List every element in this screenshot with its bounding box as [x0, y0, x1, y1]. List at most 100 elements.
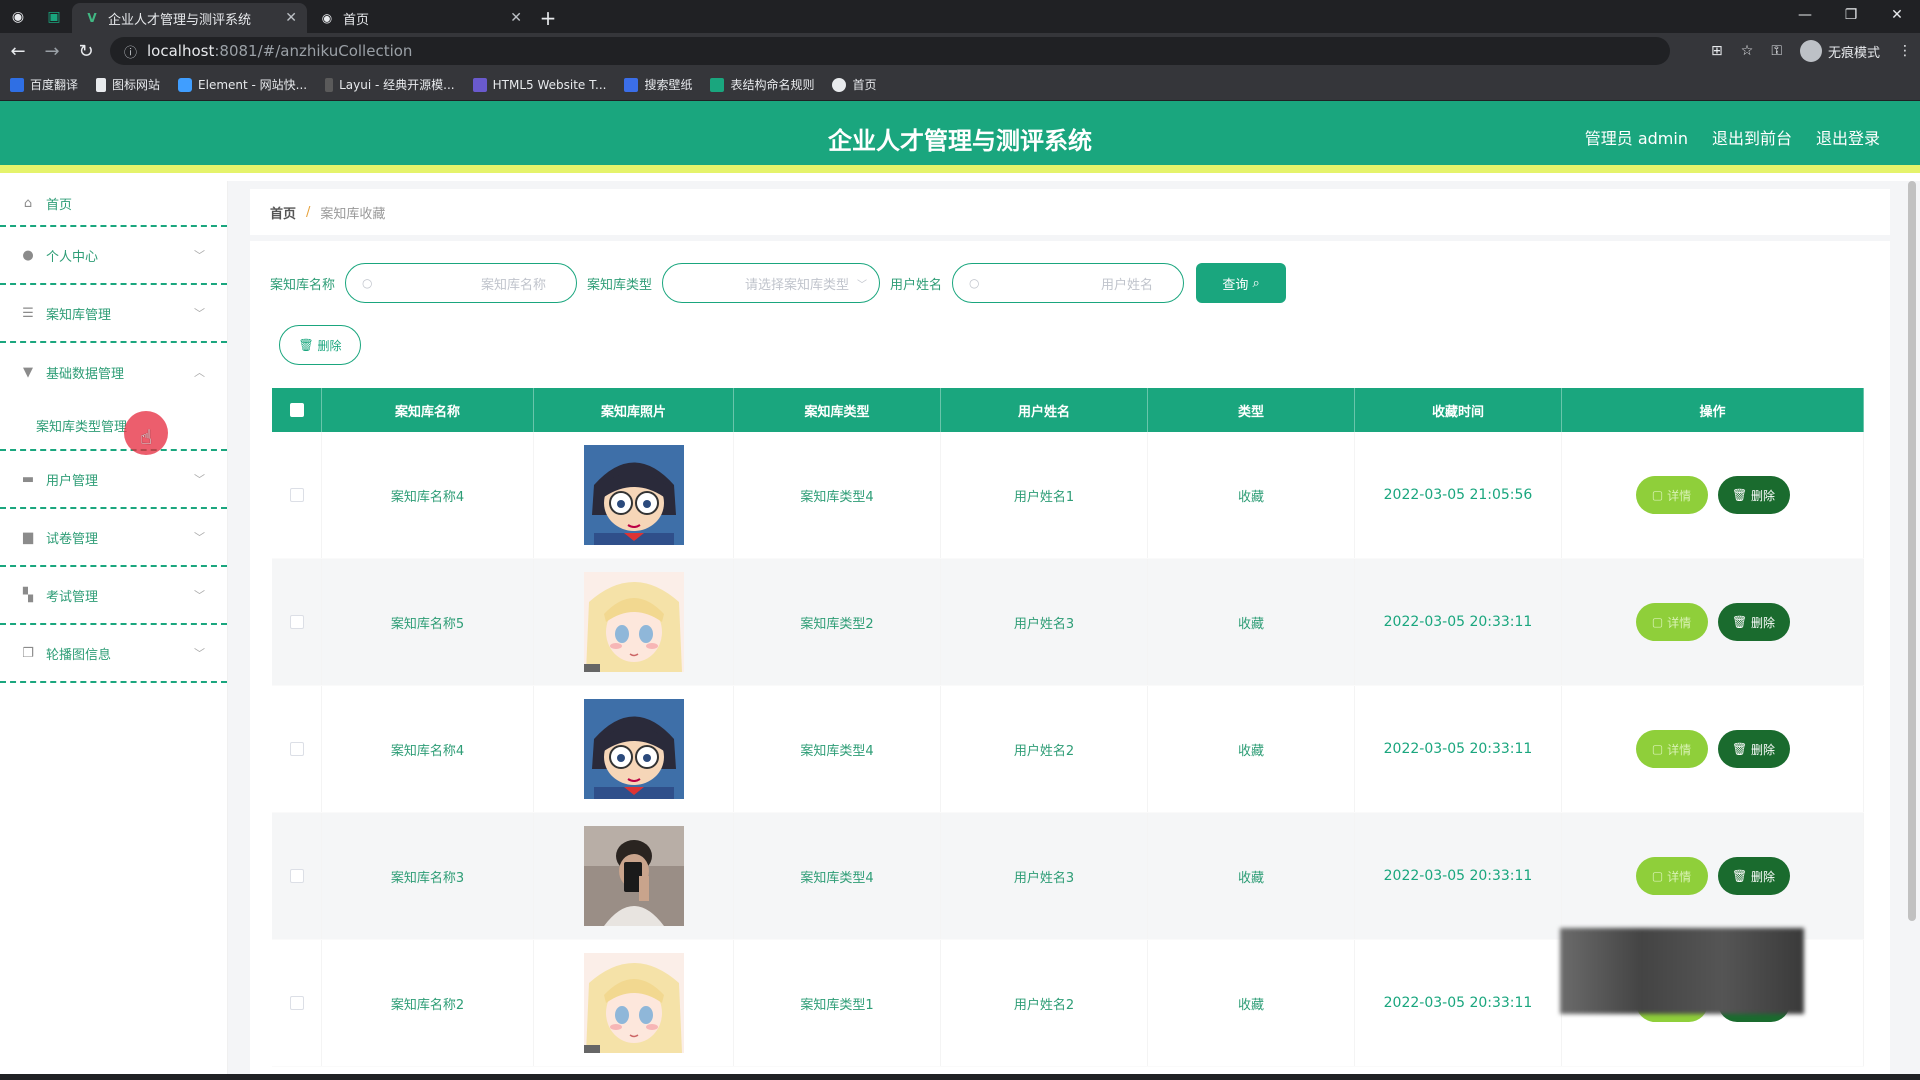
browser-tab-inactive[interactable]: ◉ 首页 ✕ [307, 3, 532, 33]
bookmark-item[interactable]: Layui - 经典开源模... [325, 76, 455, 93]
breadcrumb-home[interactable]: 首页 [270, 203, 296, 222]
detail-button[interactable]: ▢ 详情 [1635, 476, 1708, 514]
photo-thumbnail[interactable] [583, 699, 684, 799]
trash-icon: 🗑 [1731, 742, 1748, 756]
detail-button[interactable]: ▢ 详情 [1635, 603, 1708, 641]
photo-thumbnail[interactable] [583, 953, 684, 1053]
cell-name: 案知库名称4 [322, 686, 534, 812]
url-input[interactable]: ⓘ localhost:8081/#/anzhikuCollection [110, 37, 1670, 65]
row-checkbox[interactable] [289, 996, 304, 1010]
trash-icon: 🗑 [1731, 488, 1748, 502]
search-form: 案知库名称 ○ 案知库名称 案知库类型 请选择案知库类型 ﹀ 用户姓名 ○ 用户… [270, 263, 1287, 303]
detail-button[interactable]: ▢ 详情 [1635, 857, 1708, 895]
name-search-input[interactable]: ○ 案知库名称 [345, 263, 578, 303]
profile-label: 无痕模式 [1827, 45, 1880, 61]
chevron-down-icon: ﹀ [194, 589, 205, 602]
search-icon: ○ [362, 276, 373, 290]
cell-type: 案知库类型4 [734, 686, 941, 812]
site-info-icon[interactable]: ⓘ [124, 42, 137, 61]
tab-search-icon[interactable]: ◉ [0, 0, 36, 33]
logout-link[interactable]: 退出登录 [1816, 125, 1880, 149]
table-header: 案知库名称 案知库照片 案知库类型 用户姓名 类型 收藏时间 操作 [272, 388, 1864, 432]
back-icon[interactable]: ← [2, 35, 34, 67]
browser-tab-active[interactable]: V 企业人才管理与测评系统 ✕ [72, 3, 307, 33]
sidebar-item-basedata[interactable]: ▼ 基础数据管理 ︿ [0, 343, 227, 401]
close-window-icon[interactable]: ✕ [1874, 0, 1920, 30]
tab-group-icon[interactable]: ▣ [36, 0, 72, 33]
photo-thumbnail[interactable] [583, 826, 684, 926]
row-checkbox[interactable] [289, 488, 304, 502]
sidebar-item-exams[interactable]: ▚ 考试管理 ﹀ [0, 567, 227, 625]
batch-delete-button[interactable]: 🗑 删除 [279, 325, 361, 365]
cell-user: 用户姓名1 [941, 432, 1148, 558]
type-select[interactable]: 请选择案知库类型 ﹀ [662, 263, 881, 303]
row-checkbox[interactable] [289, 615, 304, 629]
row-checkbox[interactable] [289, 742, 304, 756]
row-select-cell [272, 686, 322, 812]
vue-logo-icon: V [87, 11, 97, 25]
chevron-down-icon: ﹀ [194, 473, 205, 486]
forward-icon[interactable]: → [36, 35, 68, 67]
sidebar-item-carousel[interactable]: ❐ 轮播图信息 ﹀ [0, 625, 227, 683]
bookmark-item[interactable]: HTML5 Website T... [472, 77, 606, 92]
bookmarks-bar: 百度翻译 图标网站 Element - 网站快... Layui - 经典开源模… [0, 69, 1920, 101]
more-menu-icon[interactable]: ⋮ [1898, 43, 1912, 59]
table-row: 案知库名称5 案知库类型2 用户姓名3 收藏 2022-03-05 20:33:11 ▢ … [272, 559, 1864, 686]
bookmark-item[interactable]: 百度翻译 [10, 76, 78, 93]
sidebar-subitem-knowledge-type[interactable]: 案知库类型管理 ☝ [0, 401, 227, 455]
chevron-up-icon: ︿ [194, 366, 205, 379]
address-bar-actions: ⊞ ☆ ⚿ 无痕模式 ⋮ [1711, 33, 1912, 69]
minimize-icon[interactable]: — [1782, 0, 1828, 30]
page-scrollbar[interactable] [1908, 181, 1916, 921]
cell-time: 2022-03-05 20:33:11 [1355, 559, 1562, 685]
cell-user: 用户姓名2 [941, 686, 1148, 812]
cell-photo [534, 940, 734, 1066]
row-delete-button[interactable]: 🗑 删除 [1717, 603, 1790, 641]
redacted-overlay [1560, 928, 1804, 1014]
photo-thumbnail[interactable] [583, 445, 684, 545]
bookmark-item[interactable]: 首页 [832, 76, 877, 93]
hand-cursor-icon: ☝ [140, 425, 153, 449]
bookmark-item[interactable]: 搜索壁纸 [624, 76, 692, 93]
row-delete-button[interactable]: 🗑 删除 [1717, 476, 1790, 514]
detail-icon: ▢ [1651, 488, 1664, 502]
photo-thumbnail[interactable] [583, 572, 684, 672]
row-select-cell [272, 432, 322, 558]
select-all-checkbox[interactable] [289, 403, 304, 417]
globe-icon: ◉ [321, 11, 333, 25]
sidebar-item-home[interactable]: ⌂ 首页 [0, 181, 227, 227]
header-actions: 管理员 admin 退出到前台 退出登录 [1585, 125, 1880, 149]
briefcase-icon: ▆ [23, 529, 33, 545]
sidebar-item-knowledge[interactable]: ☰ 案知库管理 ﹀ [0, 285, 227, 343]
bookmark-star-icon[interactable]: ☆ [1741, 43, 1754, 59]
sidebar-item-profile[interactable]: ● 个人中心 ﹀ [0, 227, 227, 285]
user-search-input[interactable]: ○ 用户姓名 [952, 263, 1185, 303]
new-tab-button[interactable]: + [532, 3, 564, 33]
app-header: 企业人才管理与测评系统 管理员 admin 退出到前台 退出登录 [0, 101, 1920, 173]
back-to-front-link[interactable]: 退出到前台 [1712, 125, 1792, 149]
sidebar-item-papers[interactable]: ▆ 试卷管理 ﹀ [0, 509, 227, 567]
bookmark-item[interactable]: 表结构命名规则 [710, 76, 814, 93]
bookmark-item[interactable]: Element - 网站快... [178, 76, 307, 93]
cell-photo [534, 813, 734, 939]
wallpaper-icon [624, 77, 639, 92]
bookmark-item[interactable]: 图标网站 [96, 76, 160, 93]
query-button[interactable]: 查询 ⌕ [1196, 263, 1287, 303]
cell-photo [534, 559, 734, 685]
key-icon[interactable]: ⚿ [1771, 43, 1782, 59]
row-delete-button[interactable]: 🗑 删除 [1717, 730, 1790, 768]
row-delete-button[interactable]: 🗑 删除 [1717, 857, 1790, 895]
tab-close-icon[interactable]: ✕ [285, 10, 297, 26]
translate-icon[interactable]: ⊞ [1711, 43, 1723, 59]
admin-label: 管理员 admin [1584, 129, 1688, 148]
user-icon: ● [22, 247, 34, 263]
detail-button[interactable]: ▢ 详情 [1635, 730, 1708, 768]
row-checkbox[interactable] [289, 869, 304, 883]
restore-icon[interactable]: ❐ [1828, 0, 1874, 30]
sliders-icon: ☰ [22, 305, 34, 321]
row-select-cell [272, 813, 322, 939]
reload-icon[interactable]: ↻ [70, 35, 102, 67]
tab-close-icon[interactable]: ✕ [510, 10, 522, 26]
sidebar-item-users[interactable]: ▬ 用户管理 ﹀ [0, 451, 227, 509]
profile-button[interactable]: 无痕模式 [1799, 40, 1880, 62]
